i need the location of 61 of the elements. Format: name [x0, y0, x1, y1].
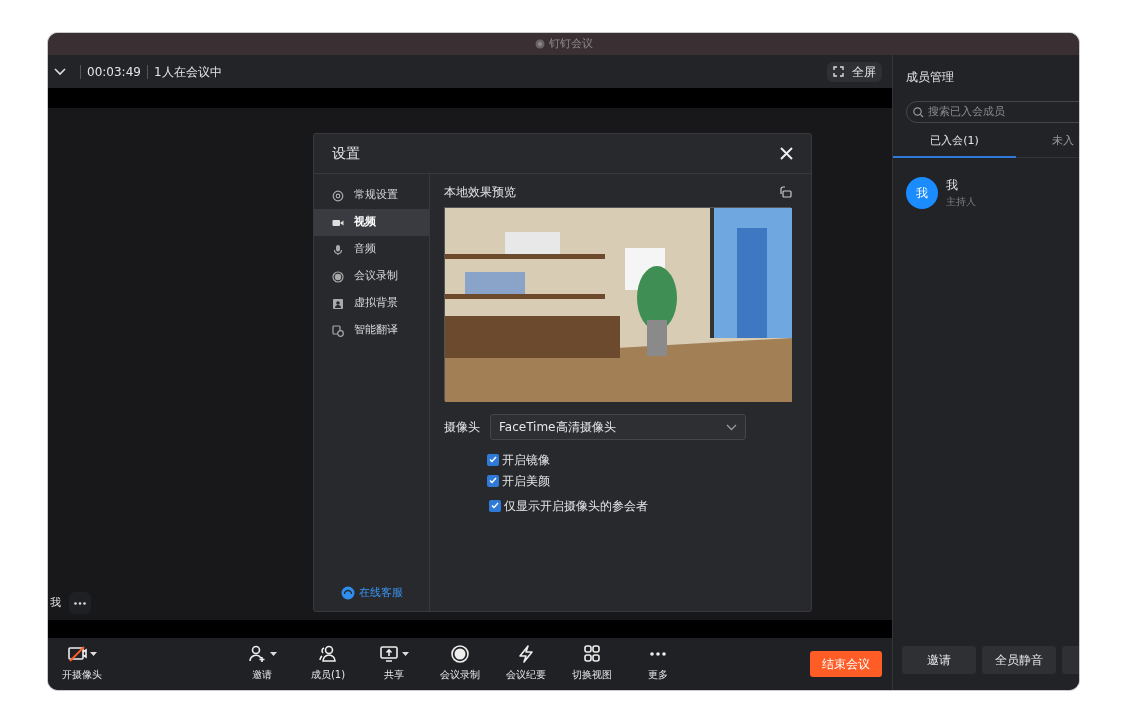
- toolbar-button[interactable]: 成员(1): [295, 638, 361, 690]
- person-plus-icon: [247, 644, 267, 664]
- monitor-icon: [379, 644, 399, 664]
- grid-icon: [582, 644, 602, 664]
- camera-dropdown[interactable]: FaceTime高清摄像头: [490, 414, 746, 440]
- checkbox[interactable]: [487, 453, 499, 466]
- fullscreen-icon: [833, 66, 844, 77]
- settings-nav-item[interactable]: 音频: [314, 236, 429, 263]
- member-role: 主持人: [946, 195, 976, 209]
- toolbar-button[interactable]: 开摄像头: [48, 638, 116, 690]
- lightning-icon: [516, 644, 536, 664]
- close-icon[interactable]: [780, 147, 793, 160]
- panel-button[interactable]: 邀请: [902, 646, 976, 674]
- checkbox-option[interactable]: 仅显示开启摄像头的参会者: [489, 495, 792, 516]
- window-title: 钉钉会议: [548, 35, 593, 52]
- checkbox-option[interactable]: 开启美颜: [487, 470, 792, 491]
- participant-name: 我: [49, 594, 61, 611]
- toolbar-button[interactable]: 邀请: [229, 638, 295, 690]
- more-icon: [74, 601, 86, 605]
- settings-nav-item[interactable]: 会议录制: [314, 263, 429, 290]
- translate-icon: [332, 324, 344, 337]
- rotate-icon[interactable]: [780, 186, 792, 198]
- member-name: 我: [946, 177, 959, 194]
- more-icon: [650, 652, 666, 656]
- record-icon: [450, 644, 470, 664]
- preview-label: 本地效果预览: [444, 184, 516, 201]
- toolbar-button[interactable]: 共享: [361, 638, 427, 690]
- gear-icon: [332, 189, 344, 202]
- toolbar-button[interactable]: 切换视图: [559, 638, 625, 690]
- toolbar-button[interactable]: 会议录制: [427, 638, 493, 690]
- camera-label: 摄像头: [444, 419, 480, 436]
- settings-nav-item[interactable]: 常规设置: [314, 182, 429, 209]
- panel-title: 成员管理: [905, 69, 955, 86]
- more-button[interactable]: [69, 592, 91, 614]
- avatar: 我: [906, 176, 938, 209]
- record-icon: [332, 270, 344, 283]
- checkbox[interactable]: [487, 474, 499, 487]
- app-icon: [534, 39, 545, 49]
- settings-nav-item[interactable]: 视频: [314, 209, 429, 236]
- toolbar-button[interactable]: 更多: [625, 638, 691, 690]
- participant-count: 1人在会议中: [153, 63, 222, 81]
- tab[interactable]: 已入会(1): [893, 126, 1016, 158]
- settings-nav-item[interactable]: 智能翻译: [314, 317, 429, 344]
- meeting-timer: 00:03:49: [87, 63, 141, 81]
- fullscreen-button[interactable]: 全屏: [827, 61, 882, 82]
- dialog-title: 设置: [332, 144, 360, 163]
- panel-button[interactable]: 全员静音: [982, 646, 1056, 674]
- support-link[interactable]: 在线客服: [359, 584, 403, 601]
- people-icon: [318, 644, 338, 664]
- checkbox-option[interactable]: 开启镜像: [487, 449, 792, 470]
- search-icon: [913, 106, 924, 118]
- headset-icon: [341, 585, 355, 600]
- tab[interactable]: 未入: [1016, 126, 1076, 158]
- portrait-icon: [332, 297, 344, 310]
- checkbox[interactable]: [489, 499, 501, 512]
- settings-nav-item[interactable]: 虚拟背景: [314, 290, 429, 317]
- camera-off-icon: [67, 644, 87, 664]
- microphone-icon: [332, 243, 344, 256]
- chevron-down-icon: [726, 423, 737, 431]
- toolbar-button[interactable]: 会议纪要: [493, 638, 559, 690]
- chevron-down-icon[interactable]: [54, 67, 66, 76]
